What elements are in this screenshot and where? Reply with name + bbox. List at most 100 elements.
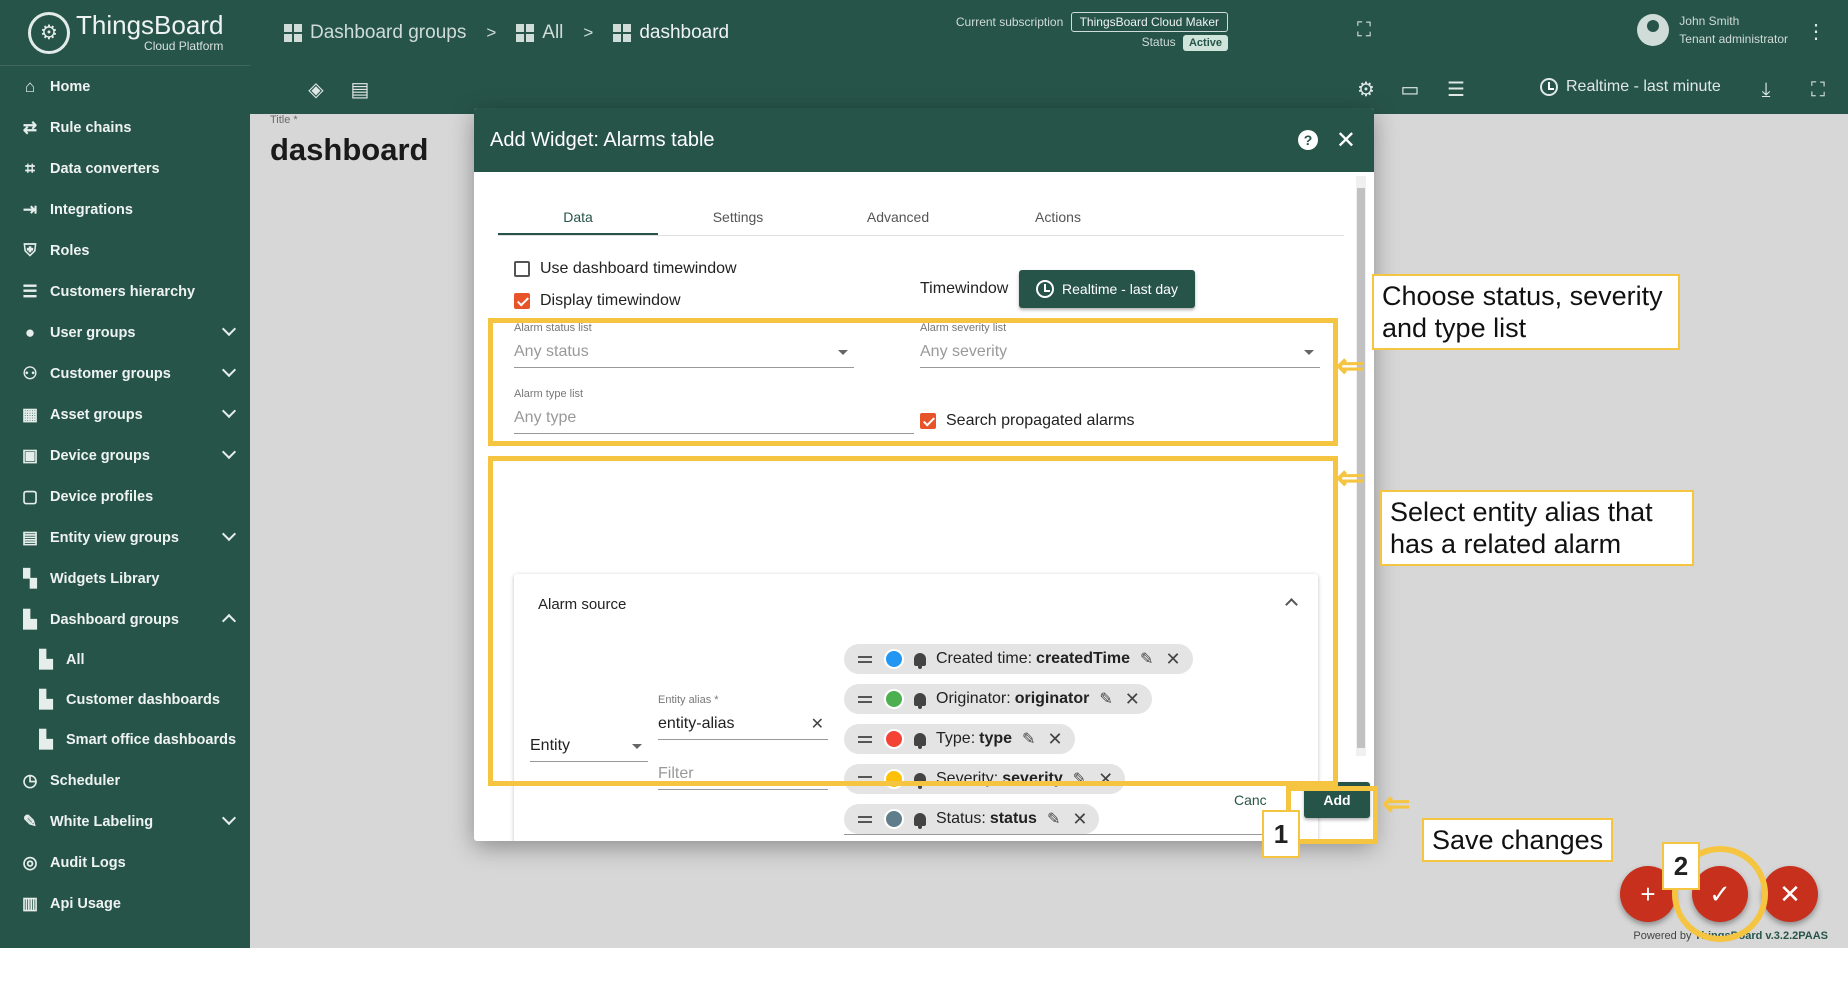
nav-icon: ✎ (22, 811, 38, 831)
sidebar: ⚙ ThingsBoard Cloud Platform ⌂ Home ⇄ Rule … (0, 0, 250, 948)
chevron-up-icon[interactable] (221, 613, 237, 629)
breadcrumb: Dashboard groups > All > dashboard (284, 22, 729, 44)
sidebar-item-device-profiles[interactable]: ▢ Device profiles (0, 476, 250, 517)
close-icon[interactable]: ✕ (1336, 126, 1356, 155)
chevron-down-icon[interactable] (221, 362, 237, 378)
layers-icon[interactable]: ◈ (304, 78, 328, 102)
sidebar-item-device-groups[interactable]: ▣ Device groups (0, 435, 250, 476)
sidebar-item-white-labeling[interactable]: ✎ White Labeling (0, 801, 250, 842)
sidebar-item-home[interactable]: ⌂ Home (0, 66, 250, 107)
chevron-down-icon[interactable] (221, 403, 237, 419)
checkbox-box (514, 293, 530, 309)
sidebar-item-rule-chains[interactable]: ⇄ Rule chains (0, 107, 250, 148)
status-label: Status (1141, 35, 1176, 49)
arrow-left-icon: ⇐ (1336, 347, 1365, 385)
nav-icon: ▚ (23, 568, 37, 588)
clock-icon (1036, 280, 1055, 298)
sidebar-item-data-converters[interactable]: ⌗ Data converters (0, 148, 250, 189)
arrow-left-icon: ⇐ (1382, 785, 1411, 823)
breadcrumb-dashboard-groups[interactable]: Dashboard groups (284, 22, 466, 44)
tab-advanced[interactable]: Advanced (818, 198, 978, 235)
sidebar-item-asset-groups[interactable]: ▦ Asset groups (0, 394, 250, 435)
cancel-fab[interactable]: ✕ (1762, 866, 1818, 922)
user-menu[interactable]: John Smith Tenant administrator (1637, 12, 1788, 48)
sidebar-item-entity-view-groups[interactable]: ▤ Entity view groups (0, 517, 250, 558)
sidebar-item-label: Rule chains (50, 119, 132, 136)
dashboard-icon (516, 24, 535, 42)
callout-status-severity: Choose status, severity and type list (1372, 274, 1680, 350)
sidebar-item-smart-office-dashboards[interactable]: ▙ Smart office dashboards (0, 720, 250, 760)
sidebar-item-widgets-library[interactable]: ▚ Widgets Library (0, 558, 250, 599)
layout-icon[interactable]: ▤ (348, 78, 372, 102)
chip-label: Status: (936, 810, 986, 827)
devices-icon[interactable]: ▭ (1398, 78, 1422, 102)
nav-icon: ▣ (21, 445, 39, 465)
help-icon[interactable]: ? (1298, 130, 1318, 150)
sidebar-item-customers-hierarchy[interactable]: ☰ Customers hierarchy (0, 271, 250, 312)
color-swatch[interactable] (884, 809, 904, 829)
toolbar-timewindow[interactable]: Realtime - last minute (1540, 78, 1721, 96)
nav-icon: ▙ (39, 690, 53, 709)
sidebar-item-label: Customers hierarchy (50, 283, 196, 300)
fullscreen-icon[interactable]: ⛶ (1806, 78, 1830, 102)
sidebar-item-audit-logs[interactable]: ◎ Audit Logs (0, 842, 250, 883)
sidebar-item-label: Home (50, 78, 91, 95)
nav-icon: ▙ (23, 609, 37, 629)
chevron-down-icon[interactable] (221, 526, 237, 542)
sidebar-item-label: Customer groups (50, 365, 171, 382)
tab-actions[interactable]: Actions (978, 198, 1138, 235)
nav-icon: ⌗ (25, 158, 35, 178)
dashboard-icon (613, 24, 632, 42)
sidebar-item-customer-dashboards[interactable]: ▙ Customer dashboards (0, 680, 250, 720)
timewindow-button[interactable]: Realtime - last day (1019, 270, 1195, 308)
arrow-left-icon: ⇐ (1336, 459, 1365, 497)
chevron-down-icon[interactable] (221, 444, 237, 460)
chevron-down-icon[interactable] (221, 321, 237, 337)
checkbox-label: Display timewindow (540, 292, 681, 309)
page-footer (0, 948, 1848, 982)
sidebar-item-label: All (66, 652, 85, 668)
sidebar-item-customer-groups[interactable]: ⚇ Customer groups (0, 353, 250, 394)
tab-data[interactable]: Data (498, 198, 658, 235)
sidebar-item-roles[interactable]: ⛨ Roles (0, 230, 250, 271)
sidebar-item-user-groups[interactable]: ● User groups (0, 312, 250, 353)
user-name: John Smith (1679, 14, 1740, 28)
sidebar-item-label: Audit Logs (50, 854, 126, 871)
more-vert-icon[interactable]: ⋮ (1804, 20, 1828, 44)
remove-icon[interactable]: ✕ (1072, 809, 1087, 830)
thingsboard-logo-icon: ⚙ (28, 11, 70, 54)
sidebar-item-scheduler[interactable]: ◷ Scheduler (0, 760, 250, 801)
sidebar-item-label: White Labeling (50, 813, 154, 830)
settings-icon[interactable]: ⚙ (1354, 78, 1378, 102)
edit-icon[interactable]: ✎ (1047, 809, 1060, 829)
fullscreen-icon[interactable]: ⛶ (1352, 18, 1376, 42)
nav-icon: ● (24, 322, 36, 342)
cancel-button[interactable]: Canc (1234, 792, 1267, 808)
download-icon[interactable]: ⤓ (1754, 78, 1778, 102)
sidebar-item-integrations[interactable]: ⇥ Integrations (0, 189, 250, 230)
sidebar-item-api-usage[interactable]: ▥ Api Usage (0, 883, 250, 924)
chevron-down-icon[interactable] (221, 810, 237, 826)
tab-settings[interactable]: Settings (658, 198, 818, 235)
title-field-label: Title * (270, 114, 298, 126)
nav-icon: ▦ (21, 404, 39, 424)
subscription-plan[interactable]: ThingsBoard Cloud Maker (1070, 12, 1228, 32)
breadcrumb-label: dashboard (639, 22, 730, 43)
drag-handle-icon[interactable] (858, 815, 872, 823)
highlight-alarm-source-box (488, 456, 1338, 786)
callout-entity-alias: Select entity alias that has a related a… (1380, 490, 1694, 566)
sidebar-item-all[interactable]: ▙ All (0, 640, 250, 680)
display-timewindow-checkbox[interactable]: Display timewindow (514, 292, 681, 310)
subscription-info: Current subscription ThingsBoard Cloud M… (956, 12, 1228, 52)
use-dashboard-timewindow-checkbox[interactable]: Use dashboard timewindow (514, 260, 737, 278)
top-bar: Dashboard groups > All > dashboard Curre… (250, 0, 1848, 66)
brand-logo[interactable]: ⚙ ThingsBoard Cloud Platform (0, 0, 250, 66)
breadcrumb-all[interactable]: All (516, 22, 563, 44)
bell-icon (914, 812, 926, 829)
data-key-chip[interactable]: Status: status ✎ ✕ (844, 804, 1100, 834)
dashboard-title[interactable]: dashboard (270, 132, 428, 168)
sidebar-item-dashboard-groups[interactable]: ▙ Dashboard groups (0, 599, 250, 640)
step-number-2: 2 (1662, 842, 1700, 890)
filter-icon[interactable]: ☰ (1444, 78, 1468, 102)
dialog-tabs: Data Settings Advanced Actions (498, 198, 1344, 236)
